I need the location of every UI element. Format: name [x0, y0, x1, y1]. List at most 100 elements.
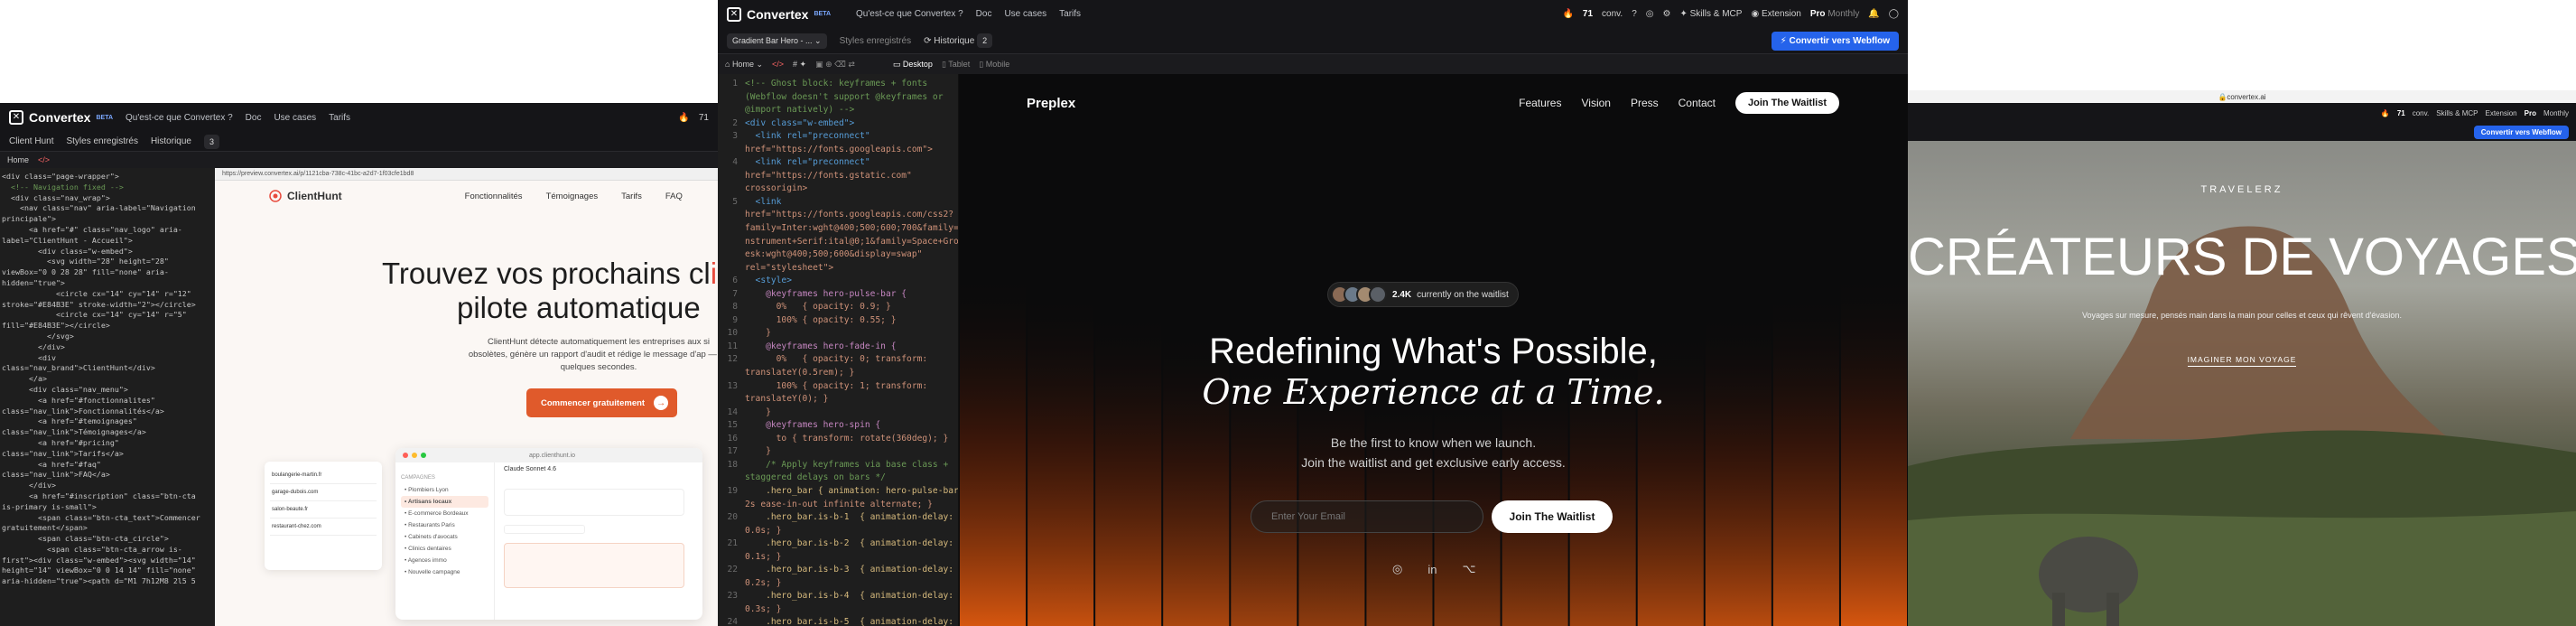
code-toggle[interactable]: </>	[772, 60, 784, 69]
line-number: 23	[727, 591, 738, 602]
left-editor-toolbar: Home </>	[0, 152, 718, 168]
history-tab[interactable]: ⟳ Historique 2	[924, 33, 993, 48]
travelerz-sub: Voyages sur mesure, pensés main dans la …	[2082, 311, 2402, 320]
email-input[interactable]	[1251, 500, 1483, 533]
waitlist-text: currently on the waitlist	[1417, 289, 1509, 300]
convert-webflow-button[interactable]: Convertir vers Webflow	[2473, 125, 2569, 139]
brand-name: Convertex	[747, 6, 809, 22]
code-toggle[interactable]: </>	[38, 155, 50, 164]
code-line: <div class="w-embed">	[2, 246, 133, 256]
page-select[interactable]: ⌂ Home ⌄	[725, 60, 763, 70]
nav-link-doc[interactable]: Doc	[246, 113, 262, 123]
nav-link-usecases[interactable]: Use cases	[1004, 9, 1046, 19]
code-line: 16 to { transform: rotate(360deg); }	[718, 433, 958, 446]
bell-icon[interactable]: 🔔	[1868, 9, 1879, 19]
preview-url[interactable]: https://preview.convertex.ai/p/1121cba-7…	[222, 171, 414, 177]
tab-desktop[interactable]: ▭ Desktop	[893, 60, 933, 70]
mock-campaign-item[interactable]: • Clinics dentaires	[401, 543, 488, 555]
mock-campaign-item[interactable]: • Artisans locaux	[401, 496, 488, 508]
settings-icon[interactable]: ⚙	[1663, 9, 1671, 19]
center-code-editor[interactable]: 1 <!-- Ghost block: keyframes + fonts (Web…	[718, 74, 958, 626]
history-tab[interactable]: Historique	[151, 136, 191, 146]
nav-link-tarifs[interactable]: Tarifs	[329, 113, 350, 123]
credits-label: conv.	[2412, 108, 2430, 117]
preplex-preview: Preplex Features Vision Press Contact Jo…	[959, 74, 1908, 626]
linkedin-icon[interactable]: in	[1427, 563, 1437, 576]
project-name[interactable]: Client Hunt	[9, 136, 53, 146]
mock-prospect-item: boulangerie-martin.fr	[270, 467, 377, 484]
page-select[interactable]: Home	[7, 155, 29, 164]
code-line: 8 0% { opacity: 0.9; }	[718, 301, 958, 314]
left-preview-pane: https://preview.convertex.ai/p/1121cba-7…	[215, 168, 718, 626]
preplex-headline-1: Redefining What's Possible,	[1209, 332, 1658, 371]
nav-link-tarifs[interactable]: Tarifs	[1059, 9, 1081, 19]
bolt-icon: ⚡	[1780, 35, 1790, 46]
clock-icon: ⟳	[924, 35, 935, 46]
toolbar-icons[interactable]: ▣ ⊕ ⌫ ⇄	[815, 60, 855, 70]
skills-button[interactable]: Skills & MCP	[2436, 109, 2478, 117]
mock-campaign-item[interactable]: • Agences immo	[401, 555, 488, 566]
ch-nav-faq[interactable]: FAQ	[665, 192, 683, 201]
code-line: <svg width="28" height="28"	[2, 257, 169, 266]
code-line: <span class="btn-cta_circle">	[2, 534, 169, 544]
code-line: aria-hidden="true"><path d="M1 7h12M8 2l…	[2, 576, 196, 586]
ch-nav-features[interactable]: Fonctionnalités	[465, 192, 523, 201]
ch-nav-pricing[interactable]: Tarifs	[621, 192, 642, 201]
extension-button[interactable]: Extension	[2486, 109, 2517, 117]
plan-badge[interactable]: Pro Monthly	[1810, 9, 1859, 19]
mock-campaign-item[interactable]: • Restaurants Paris	[401, 519, 488, 531]
code-text: translateY(0.5rem); }	[745, 368, 855, 378]
skills-button[interactable]: ✦ Skills & MCP	[1679, 9, 1742, 19]
preplex-logo[interactable]: Preplex	[1027, 96, 1075, 111]
nav-link-usecases[interactable]: Use cases	[274, 113, 316, 123]
convert-webflow-button[interactable]: ⚡ Convertir vers Webflow	[1771, 31, 1899, 51]
nav-link-doc[interactable]: Doc	[976, 9, 992, 19]
left-logo[interactable]: ✕ Convertex BETA	[9, 110, 113, 125]
travelerz-logo[interactable]: TRAVELERZ	[1908, 184, 2576, 195]
code-text: <style>	[745, 276, 792, 286]
mock-sidebar: CAMPAGNES • Plombiers Lyon • Artisans loc…	[395, 462, 495, 620]
ch-nav-testimonials[interactable]: Témoignages	[546, 192, 599, 201]
ch-cta-button[interactable]: Commencer gratuitement →	[526, 388, 678, 417]
code-line: 0.1s; }	[718, 551, 958, 565]
credits-count: 71	[2396, 108, 2405, 117]
mock-campaign-item[interactable]: • Nouvelle campagne	[401, 566, 488, 578]
instagram-icon[interactable]: ◎	[1392, 562, 1402, 576]
preplex-nav-press[interactable]: Press	[1631, 97, 1659, 109]
extension-button[interactable]: ◉ Extension	[1751, 9, 1800, 19]
saved-styles[interactable]: Styles enregistrés	[66, 136, 137, 146]
clienthunt-logo[interactable]: ClientHunt	[269, 190, 342, 202]
project-select[interactable]: Gradient Bar Hero - ... ⌄	[727, 33, 827, 49]
code-line: 7 @keyframes hero-pulse-bar {	[718, 288, 958, 302]
globe-icon[interactable]: ◎	[1646, 9, 1654, 19]
right-url[interactable]: convertex.ai	[2227, 93, 2265, 101]
user-avatar-icon[interactable]: ◯	[1889, 9, 1899, 19]
preplex-nav-cta[interactable]: Join The Waitlist	[1735, 92, 1839, 114]
nav-link-what[interactable]: Qu'est-ce que Convertex ?	[856, 9, 963, 19]
center-logo[interactable]: ✕ Convertex BETA	[727, 6, 831, 22]
preplex-nav-features[interactable]: Features	[1519, 97, 1561, 109]
github-icon[interactable]: ⌥	[1462, 562, 1475, 576]
tab-mobile[interactable]: ▯ Mobile	[979, 60, 1009, 70]
code-text: 0.0s; }	[745, 525, 782, 536]
preplex-nav-vision[interactable]: Vision	[1581, 97, 1610, 109]
code-text: nstrument+Serif:ital@0;1&family=Space+Gr…	[745, 236, 958, 247]
code-text: href="https://fonts.googleapis.com/css2?	[745, 210, 954, 220]
code-text: <link	[745, 196, 782, 207]
travelerz-cta[interactable]: IMAGINER MON VOYAGE	[2187, 355, 2297, 367]
code-text: @keyframes hero-spin {	[745, 420, 881, 431]
history-count: 3	[203, 134, 219, 149]
tab-tablet[interactable]: ▯ Tablet	[942, 60, 970, 70]
plan-badge[interactable]: Pro	[2525, 109, 2536, 117]
mock-campaign-item[interactable]: • Cabinets d'avocats	[401, 531, 488, 543]
saved-styles[interactable]: Styles enregistrés	[840, 36, 911, 46]
brand-name: Convertex	[29, 110, 91, 125]
mock-campaign-item[interactable]: • Plombiers Lyon	[401, 484, 488, 496]
left-code-editor[interactable]: <div class="page-wrapper"> <!-- Navigati…	[0, 168, 215, 626]
nav-link-what[interactable]: Qu'est-ce que Convertex ?	[126, 113, 233, 123]
help-icon[interactable]: ?	[1632, 9, 1637, 19]
mock-campaign-item[interactable]: • E-commerce Bordeaux	[401, 508, 488, 519]
hash-toggle[interactable]: # ✦	[793, 60, 806, 70]
preplex-nav-contact[interactable]: Contact	[1679, 97, 1716, 109]
join-waitlist-button[interactable]: Join The Waitlist	[1492, 500, 1613, 533]
